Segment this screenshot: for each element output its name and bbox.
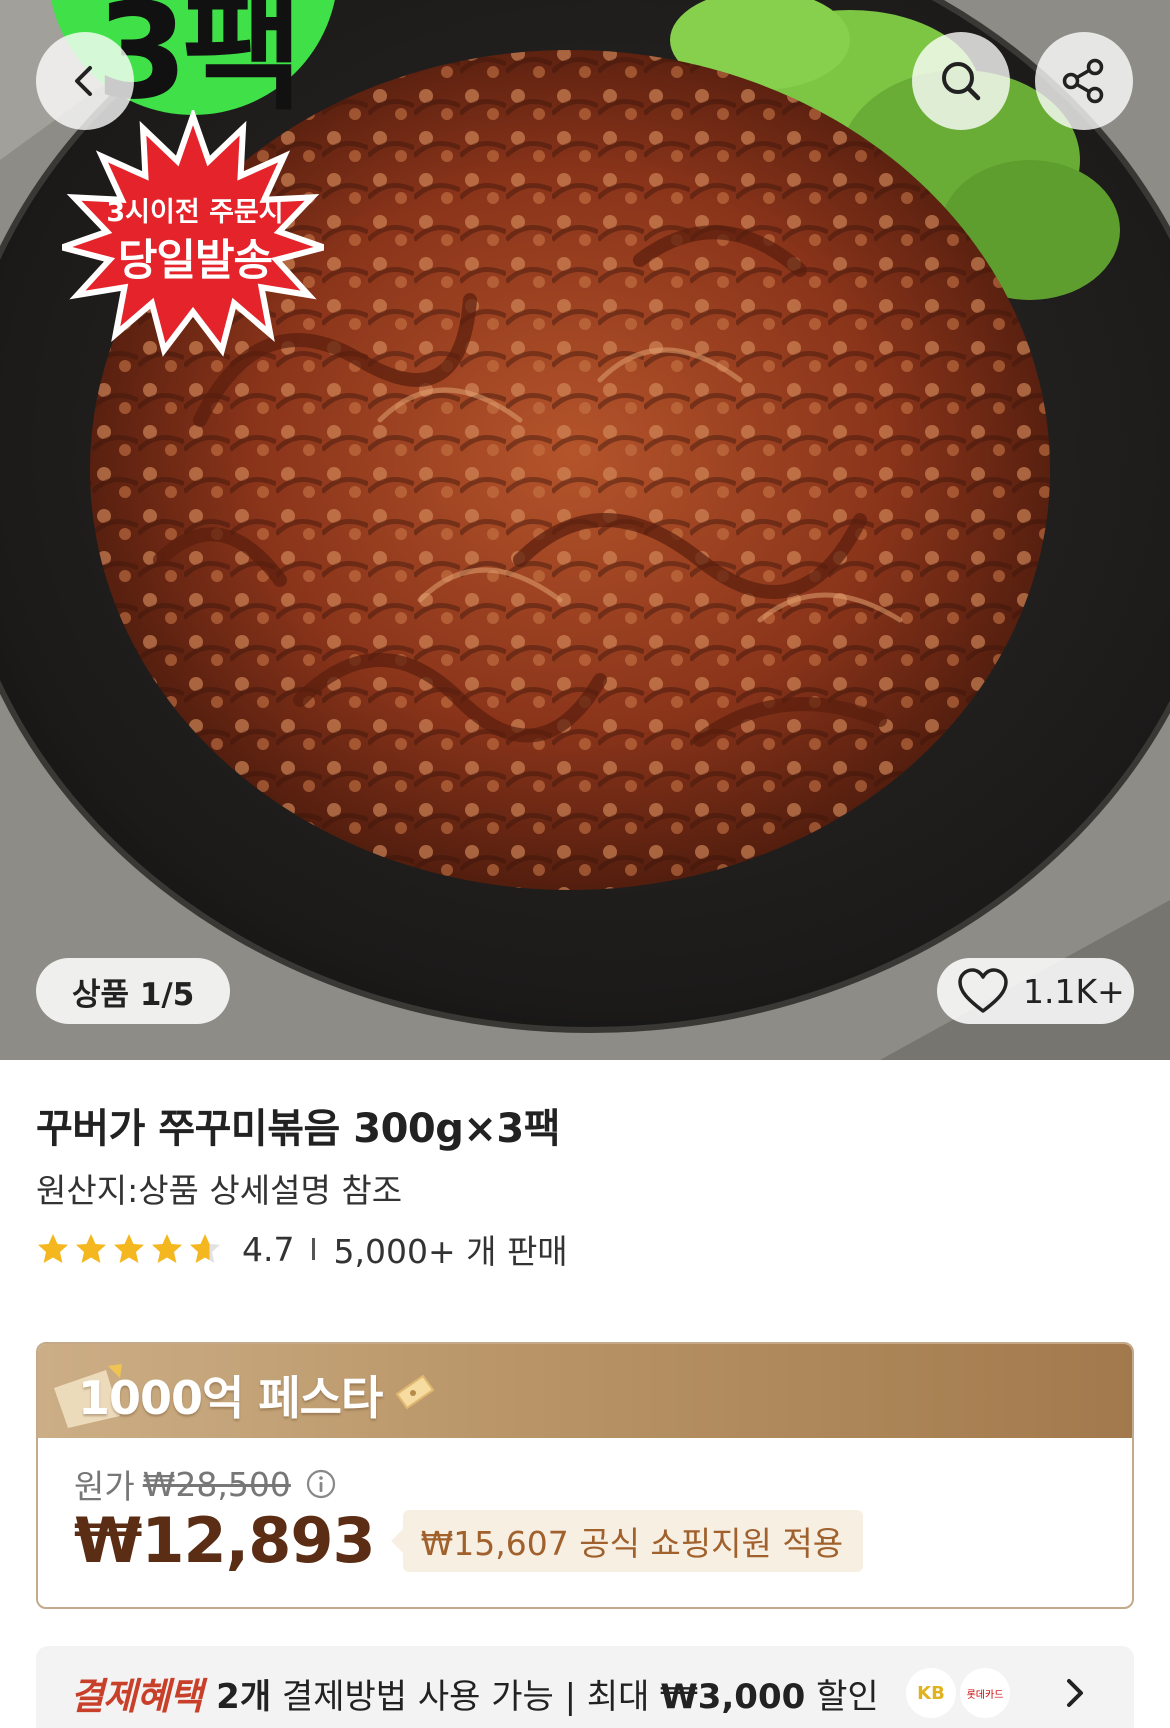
star-icon [38, 1234, 68, 1263]
rating-value: 4.7 [242, 1229, 295, 1269]
shopping-support-tag: ₩15,607 공식 쇼핑지원 적용 [390, 1509, 864, 1572]
divider [312, 1238, 316, 1260]
rating-row[interactable]: 4.7 5,000+ 개 판매 [36, 1226, 568, 1272]
price-card: 1000억 페스타 원가 ₩28,500 ₩12,893 ₩15,607 공식 … [36, 1342, 1134, 1609]
original-price-label: 원가 [74, 1467, 135, 1506]
sold-count: 5,000+ 개 판매 [333, 1232, 568, 1271]
kb-card-logo: KB [906, 1668, 956, 1718]
sale-price-row: ₩12,893 ₩15,607 공식 쇼핑지원 적용 [74, 1504, 864, 1577]
search-icon [942, 62, 981, 101]
burst-main-text: 당일발송 [117, 236, 273, 286]
product-image-gallery[interactable]: 3팩 3시이전 주문시 당일발송 상품 1/5 1.1K+ [0, 0, 1170, 1060]
sale-price: ₩12,893 [74, 1504, 376, 1577]
chevron-right-icon [1067, 1679, 1083, 1707]
search-button[interactable] [912, 32, 1010, 130]
max-discount: ₩3,000 [660, 1676, 806, 1717]
payment-benefits[interactable]: 결제혜택 2개 결제방법 사용 가능 | 최대 ₩3,000 할인 KB 롯데카… [36, 1646, 1134, 1728]
original-price: ₩28,500 [142, 1464, 291, 1504]
back-button[interactable] [36, 32, 134, 130]
heart-icon [958, 968, 1008, 1013]
star-icon [76, 1234, 106, 1263]
image-counter: 상품 1/5 [36, 958, 231, 1024]
original-price-row: 원가 ₩28,500 [74, 1460, 337, 1508]
festa-banner: 1000억 페스타 [38, 1344, 1132, 1438]
product-title: 꾸버가 쭈꾸미볶음 300g×3팩 [36, 1106, 561, 1152]
lotte-card-logo: 롯데카드 [960, 1668, 1010, 1718]
burst-top-text: 3시이전 주문시 [106, 197, 284, 228]
like-button[interactable]: 1.1K+ [937, 958, 1134, 1024]
star-icon [114, 1234, 144, 1263]
payment-method-count: 2개 [216, 1676, 272, 1717]
star-rating [36, 1232, 222, 1266]
share-icon [1062, 58, 1104, 104]
payment-benefits-row: 결제혜택 2개 결제방법 사용 가능 | 최대 ₩3,000 할인 [70, 1668, 879, 1718]
coupon-icon [395, 1374, 435, 1410]
share-button[interactable] [1035, 32, 1133, 130]
info-icon[interactable] [305, 1468, 337, 1500]
chevron-left-icon [75, 66, 92, 96]
payment-benefits-text: 2개 결제방법 사용 가능 | 최대 ₩3,000 할인 [216, 1669, 879, 1718]
discount-suffix: 할인 [816, 1676, 879, 1717]
payment-method-text: 결제방법 사용 가능 | 최대 [281, 1676, 650, 1717]
like-count: 1.1K+ [1023, 971, 1125, 1011]
product-origin: 원산지:상품 상세설명 참조 [36, 1171, 403, 1210]
festa-banner-text: 1000억 페스타 [78, 1371, 383, 1425]
star-icon [152, 1234, 182, 1263]
payment-benefits-label: 결제혜택 [70, 1675, 203, 1718]
half-star-icon [190, 1234, 220, 1263]
